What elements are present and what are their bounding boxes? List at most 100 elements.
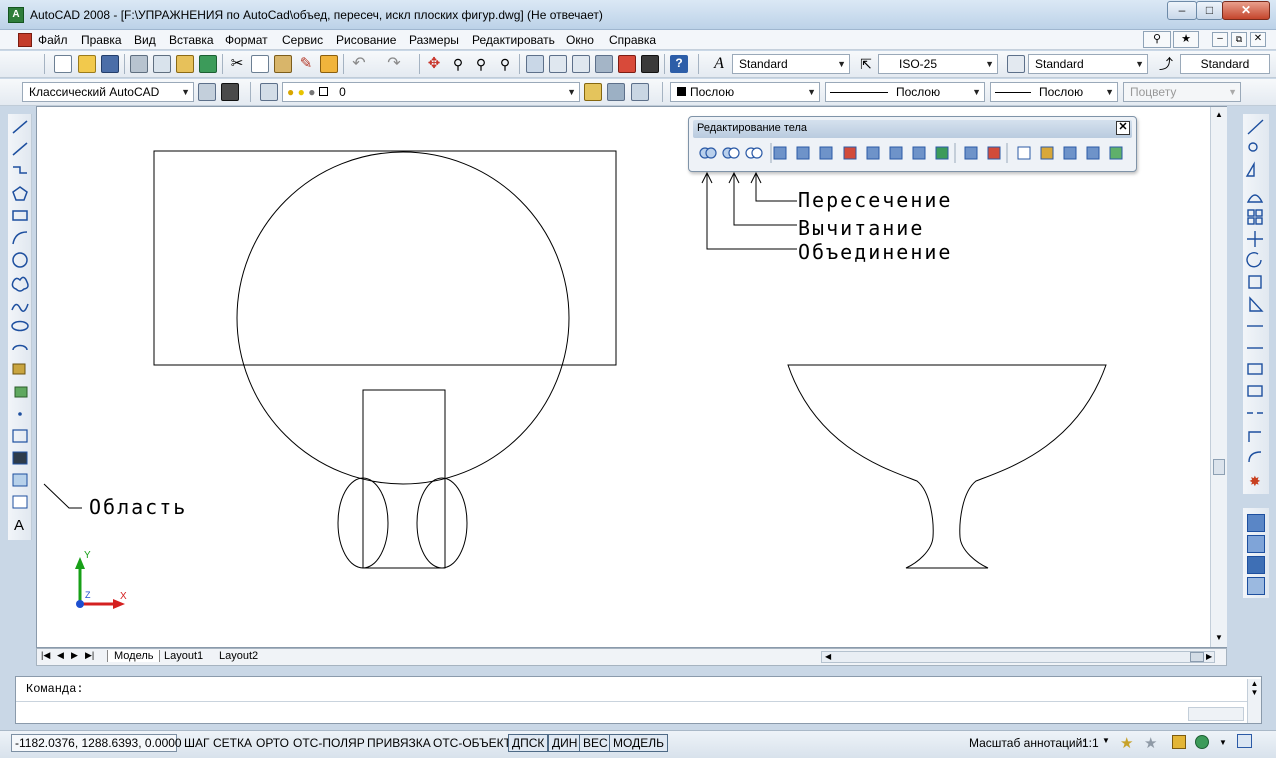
- tab-layout2[interactable]: Layout2: [219, 650, 258, 662]
- workspace-select[interactable]: Классический AutoCAD ▼: [22, 82, 194, 102]
- plot-icon[interactable]: [130, 55, 148, 73]
- markup-icon[interactable]: [618, 55, 636, 73]
- tray-settings-icon[interactable]: [1195, 735, 1209, 749]
- new-file-icon[interactable]: [54, 55, 72, 73]
- auto-scale-icon[interactable]: ★: [1144, 734, 1157, 752]
- document-icon[interactable]: [18, 33, 32, 47]
- multileader-style-select[interactable]: Standard: [1180, 54, 1270, 74]
- minimize-button[interactable]: –: [1167, 1, 1197, 20]
- prev-tab-icon[interactable]: ◀: [57, 650, 64, 661]
- cut-icon[interactable]: ✂: [228, 55, 246, 73]
- status-osnap[interactable]: ПРИВЯЗКА: [363, 734, 435, 752]
- status-lwt[interactable]: ВЕС: [579, 734, 612, 752]
- tool-palettes-icon[interactable]: [572, 55, 590, 73]
- open-file-icon[interactable]: [78, 55, 96, 73]
- scroll-left-icon[interactable]: ◀: [825, 652, 831, 661]
- menu-view[interactable]: Вид: [134, 33, 156, 47]
- properties-icon[interactable]: [526, 55, 544, 73]
- my-workspace-icon[interactable]: [221, 83, 239, 101]
- menu-window[interactable]: Окно: [566, 33, 594, 47]
- vertical-scroll-thumb[interactable]: [1213, 459, 1225, 475]
- autocad-app-icon[interactable]: A: [8, 7, 24, 23]
- send-under-icon[interactable]: [1247, 577, 1265, 595]
- 3d-dwf-icon[interactable]: [199, 55, 217, 73]
- workspace-settings-icon[interactable]: [198, 83, 216, 101]
- status-grid[interactable]: СЕТКА: [209, 734, 256, 752]
- doc-restore-button[interactable]: ⧉: [1231, 32, 1247, 47]
- menu-format[interactable]: Формат: [225, 33, 268, 47]
- first-tab-icon[interactable]: |◀: [41, 650, 50, 661]
- sheet-set-icon[interactable]: [595, 55, 613, 73]
- tab-layout1[interactable]: Layout1: [164, 650, 203, 662]
- status-model[interactable]: МОДЕЛЬ: [609, 734, 668, 752]
- menu-file[interactable]: Файл: [38, 33, 68, 47]
- menu-edit[interactable]: Правка: [81, 33, 122, 47]
- layer-previous-icon[interactable]: [607, 83, 625, 101]
- send-to-back-icon[interactable]: [1247, 535, 1265, 553]
- layer-states-icon[interactable]: [631, 83, 649, 101]
- search-icon[interactable]: ⚲: [1143, 31, 1171, 48]
- zoom-realtime-icon[interactable]: ⚲: [449, 55, 467, 73]
- status-dyn[interactable]: ДИН: [548, 734, 582, 752]
- status-polar[interactable]: ОТС-ПОЛЯР: [289, 734, 369, 752]
- command-window[interactable]: ▲ ▼: [15, 676, 1262, 724]
- menu-insert[interactable]: Вставка: [169, 33, 214, 47]
- layer-select[interactable]: ● ● ● 0 ▼: [282, 82, 580, 102]
- bring-to-front-icon[interactable]: [1247, 514, 1265, 532]
- scroll-right-icon[interactable]: ▶: [1206, 652, 1212, 661]
- dim-style-icon[interactable]: ⇱: [857, 55, 875, 73]
- calculator-icon[interactable]: [641, 55, 659, 73]
- menu-help[interactable]: Справка: [609, 33, 656, 47]
- scroll-up-icon[interactable]: ▲: [1215, 110, 1223, 119]
- command-hscrollbar[interactable]: [1188, 707, 1244, 721]
- help-icon[interactable]: ?: [670, 55, 688, 73]
- doc-close-button[interactable]: ✕: [1250, 32, 1266, 47]
- zoom-window-icon[interactable]: ⚲: [472, 55, 490, 73]
- maximize-button[interactable]: □: [1196, 1, 1223, 20]
- star-icon[interactable]: ★: [1173, 31, 1199, 48]
- text-style-icon[interactable]: A: [710, 55, 728, 73]
- next-tab-icon[interactable]: ▶: [71, 650, 78, 661]
- publish-icon[interactable]: [176, 55, 194, 73]
- last-tab-icon[interactable]: ▶|: [85, 650, 94, 661]
- bring-above-icon[interactable]: [1247, 556, 1265, 574]
- redo-icon[interactable]: ↷: [385, 55, 403, 73]
- menu-modify[interactable]: Редактировать: [472, 33, 555, 47]
- undo-icon[interactable]: ↶: [350, 55, 368, 73]
- scroll-down-icon[interactable]: ▼: [1215, 633, 1223, 642]
- table-style-select[interactable]: Standard ▼: [1028, 54, 1148, 74]
- coordinate-readout[interactable]: -1182.0376, 1288.6393, 0.0000: [11, 734, 182, 752]
- save-icon[interactable]: [101, 55, 119, 73]
- drawing-canvas[interactable]: Y X Z Пересечение Вычитание Объединение …: [36, 106, 1227, 648]
- annotation-visibility-icon[interactable]: ★: [1120, 734, 1133, 752]
- plot-preview-icon[interactable]: [153, 55, 171, 73]
- command-scrollbar[interactable]: ▲ ▼: [1247, 679, 1261, 723]
- menu-tools[interactable]: Сервис: [282, 33, 323, 47]
- match-properties-icon[interactable]: ✎: [297, 55, 315, 73]
- horizontal-scrollbar[interactable]: ◀ ▶: [821, 651, 1215, 663]
- status-otrack[interactable]: ОТС-ОБЪЕКТ: [429, 734, 515, 752]
- color-select[interactable]: Послою ▼: [670, 82, 820, 102]
- pan-icon[interactable]: ✥: [425, 55, 443, 73]
- horizontal-scroll-thumb[interactable]: [1190, 652, 1204, 662]
- make-current-layer-icon[interactable]: [584, 83, 602, 101]
- menu-dimension[interactable]: Размеры: [409, 33, 459, 47]
- lock-icon[interactable]: [1172, 735, 1186, 749]
- dim-style-select[interactable]: ISO-25 ▼: [878, 54, 998, 74]
- block-editor-icon[interactable]: [320, 55, 338, 73]
- design-center-icon[interactable]: [549, 55, 567, 73]
- close-button[interactable]: ✕: [1222, 1, 1270, 20]
- annotation-scale-dropdown-icon[interactable]: ▼: [1102, 736, 1110, 745]
- status-ducs[interactable]: ДПСК: [508, 734, 549, 752]
- annotation-scale-value[interactable]: 1:1: [1082, 736, 1099, 750]
- layer-manager-icon[interactable]: [260, 83, 278, 101]
- table-style-icon[interactable]: [1007, 55, 1025, 73]
- menu-draw[interactable]: Рисование: [336, 33, 396, 47]
- clean-screen-icon[interactable]: [1237, 734, 1252, 748]
- paste-icon[interactable]: [274, 55, 292, 73]
- vertical-scrollbar[interactable]: ▲ ▼: [1210, 107, 1227, 647]
- zoom-previous-icon[interactable]: ⚲: [496, 55, 514, 73]
- status-ortho[interactable]: ОРТО: [252, 734, 293, 752]
- solid-editing-close-button[interactable]: ✕: [1116, 121, 1130, 135]
- multileader-style-icon[interactable]: ⤴: [1157, 55, 1175, 73]
